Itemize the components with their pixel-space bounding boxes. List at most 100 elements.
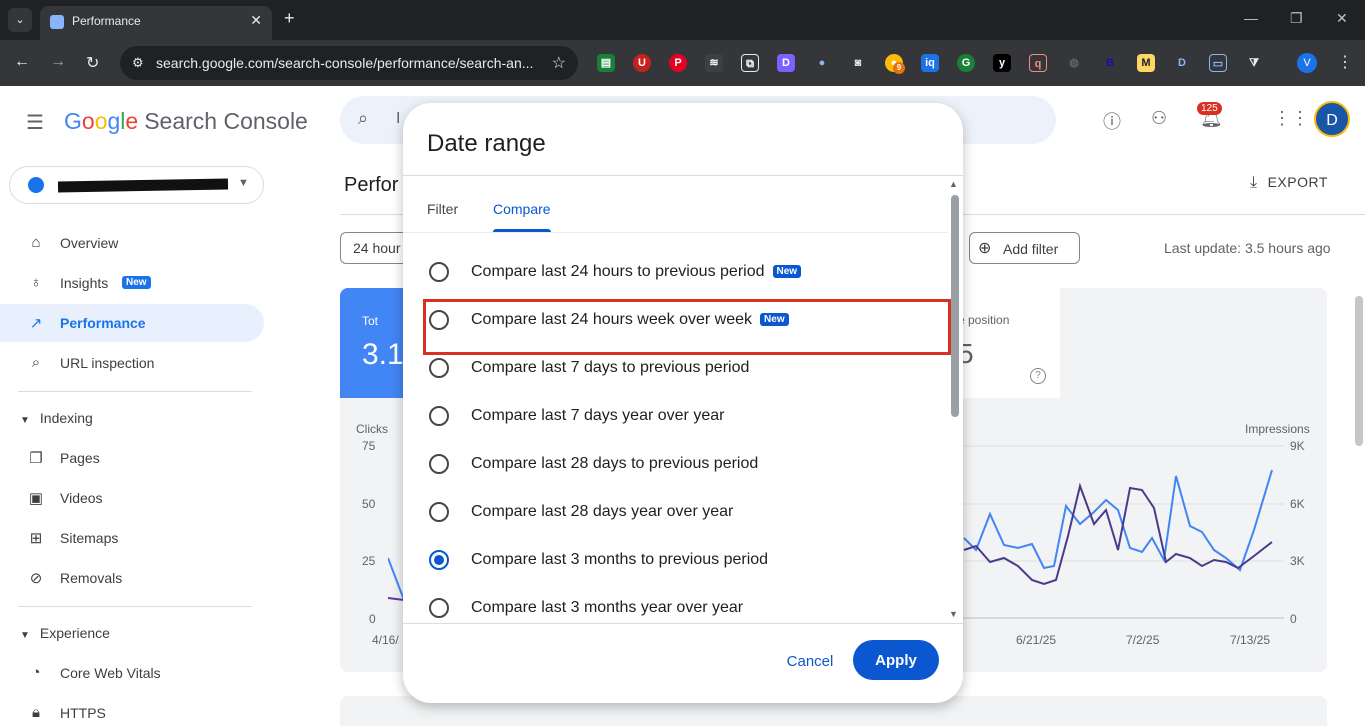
sidebar-item-https[interactable]: 🔒︎ HTTPS xyxy=(0,694,264,726)
bookmark-star-icon[interactable]: ☆ xyxy=(552,53,566,73)
sidebar-item-overview[interactable]: ⌂ Overview xyxy=(0,224,264,262)
help-icon[interactable]: ⓘ xyxy=(1103,108,1121,134)
dialog-title: Date range xyxy=(427,130,546,157)
lock-icon: 🔒︎ xyxy=(32,704,40,721)
sidebar-section-experience[interactable]: ▼ Experience xyxy=(20,625,110,641)
extension-camera-icon[interactable]: ◙ xyxy=(849,54,867,72)
back-icon[interactable]: ← xyxy=(14,53,30,71)
radio-button[interactable] xyxy=(429,406,449,426)
restore-icon[interactable]: ❐ xyxy=(1290,10,1303,27)
notification-count-badge: 125 xyxy=(1197,102,1222,115)
sidebar-item-label: Insights xyxy=(60,275,109,291)
sidebar-item-label: Core Web Vitals xyxy=(60,665,161,681)
close-window-icon[interactable]: ✕ xyxy=(1336,10,1348,27)
add-filter-button[interactable]: ⊕ Add filter xyxy=(969,232,1080,264)
option-24h-previous-period[interactable]: Compare last 24 hours to previous period… xyxy=(403,248,947,296)
trending-up-icon: ↗ xyxy=(29,315,43,332)
extension-b-icon[interactable]: B xyxy=(1101,54,1119,72)
option-28d-year-over-year[interactable]: Compare last 28 days year over year xyxy=(403,488,947,536)
search-icon: ⌕ xyxy=(31,354,41,371)
radio-button[interactable] xyxy=(429,454,449,474)
extension-m-icon[interactable]: M xyxy=(1137,54,1155,72)
sidebar-item-videos[interactable]: ▣ Videos xyxy=(0,479,264,517)
page-scrollbar[interactable] xyxy=(1353,282,1365,726)
sidebar-item-removals[interactable]: ⊘ Removals xyxy=(0,559,264,597)
extension-owl-icon[interactable]: ◍ xyxy=(1065,54,1083,72)
tab-compare[interactable]: Compare xyxy=(493,201,551,217)
browser-profile-avatar[interactable]: V xyxy=(1297,53,1317,73)
extension-location-icon[interactable]: ● xyxy=(813,54,831,72)
scroll-down-arrow-icon[interactable]: ▼ xyxy=(949,609,958,619)
radio-button[interactable] xyxy=(429,502,449,522)
browser-toolbar: ← → ↻ ⚙ search.google.com/search-console… xyxy=(0,40,1365,86)
metric-total-clicks[interactable]: Tot 3.1 xyxy=(340,288,406,398)
site-info-icon[interactable]: ⚙ xyxy=(132,55,144,71)
export-button[interactable]: ⤓ EXPORT xyxy=(1250,174,1328,192)
extension-ublock-icon[interactable]: U xyxy=(633,54,651,72)
sidebar-item-performance[interactable]: ↗ Performance xyxy=(0,304,264,342)
sidebar-item-label: Overview xyxy=(60,235,119,251)
video-icon: ▣ xyxy=(28,490,44,507)
extension-d-purple-icon[interactable]: D xyxy=(777,54,795,72)
page-scrollbar-thumb[interactable] xyxy=(1355,296,1363,446)
sidebar-item-label: Videos xyxy=(60,490,103,506)
extension-sheets-icon[interactable]: ▤ xyxy=(597,54,615,72)
sidebar-item-pages[interactable]: ❐ Pages xyxy=(0,439,264,477)
impressions-series-line xyxy=(963,482,1273,586)
sidebar-item-label: Sitemaps xyxy=(60,530,119,546)
radio-button[interactable] xyxy=(429,262,449,282)
sidebar-section-indexing[interactable]: ▼ Indexing xyxy=(20,410,93,426)
date-filter-chip[interactable]: 24 hour xyxy=(340,232,410,264)
extensions-puzzle-icon[interactable]: ⧩ xyxy=(1245,54,1263,72)
extension-badge-icon[interactable]: ●9 xyxy=(885,54,905,74)
tab-filter[interactable]: Filter xyxy=(427,201,458,217)
new-tab-icon[interactable]: + xyxy=(284,8,295,29)
reload-icon[interactable]: ↻ xyxy=(86,53,99,73)
lightbulb-icon: ♁ xyxy=(30,274,42,291)
radio-button-selected[interactable] xyxy=(429,550,449,570)
cancel-button[interactable]: Cancel xyxy=(773,641,847,681)
option-7d-year-over-year[interactable]: Compare last 7 days year over year xyxy=(403,392,947,440)
tabs-divider xyxy=(403,232,947,233)
scroll-up-arrow-icon[interactable]: ▲ xyxy=(949,179,958,189)
extension-pinterest-icon[interactable]: P xyxy=(669,54,687,72)
main-menu-icon[interactable]: ☰ xyxy=(26,110,44,135)
manage-users-icon[interactable]: ⚇ xyxy=(1151,108,1167,129)
tab-close-icon[interactable]: ✕ xyxy=(250,12,262,29)
minimize-icon[interactable]: — xyxy=(1244,10,1258,26)
option-3m-previous-period[interactable]: Compare last 3 months to previous period xyxy=(403,536,947,584)
sidebar-item-url-inspection[interactable]: ⌕ URL inspection xyxy=(0,344,264,382)
visibility-off-icon: ⊘ xyxy=(29,570,43,587)
sidebar-item-insights[interactable]: ♁ Insights New xyxy=(0,264,264,302)
extension-screen-icon[interactable]: ▭ xyxy=(1209,54,1227,72)
extension-stack-icon[interactable]: ≋ xyxy=(705,54,723,72)
option-7d-previous-period[interactable]: Compare last 7 days to previous period xyxy=(403,344,947,392)
extension-blue-icon[interactable]: iq xyxy=(921,54,939,72)
x-tick: 6/21/25 xyxy=(1016,633,1057,647)
extension-d-blue-icon[interactable]: D xyxy=(1173,54,1191,72)
dialog-scrollbar-thumb[interactable] xyxy=(951,195,959,417)
address-bar[interactable]: ⚙ search.google.com/search-console/perfo… xyxy=(120,46,578,80)
extension-copy-icon[interactable]: ⧉ xyxy=(741,54,759,72)
apply-button[interactable]: Apply xyxy=(853,640,939,680)
radio-button[interactable] xyxy=(429,358,449,378)
help-icon[interactable]: ? xyxy=(1030,368,1046,384)
search-console-logo[interactable]: Google Search Console xyxy=(64,108,308,135)
property-selector[interactable]: ▼ xyxy=(9,166,264,204)
url-text[interactable]: search.google.com/search-console/perform… xyxy=(156,55,533,71)
option-28d-previous-period[interactable]: Compare last 28 days to previous period xyxy=(403,440,947,488)
browser-menu-icon[interactable]: ⋮ xyxy=(1337,52,1353,72)
tab-search-icon[interactable]: ⌄ xyxy=(8,8,32,32)
right-tick: 0 xyxy=(1290,612,1297,626)
forward-icon[interactable]: → xyxy=(50,53,66,71)
left-tick: 0 xyxy=(369,612,376,626)
radio-button[interactable] xyxy=(429,598,449,618)
extension-grammarly-icon[interactable]: G xyxy=(957,54,975,72)
sidebar-item-core-web-vitals[interactable]: ◔ Core Web Vitals xyxy=(0,654,264,692)
account-avatar[interactable]: D xyxy=(1314,101,1350,137)
option-3m-year-over-year[interactable]: Compare last 3 months year over year xyxy=(403,584,947,632)
sidebar-item-sitemaps[interactable]: ⊞ Sitemaps xyxy=(0,519,264,557)
extension-q-icon[interactable]: q xyxy=(1029,54,1047,72)
extension-y-icon[interactable]: y xyxy=(993,54,1011,72)
browser-tab-performance[interactable]: Performance ✕ xyxy=(40,6,272,40)
